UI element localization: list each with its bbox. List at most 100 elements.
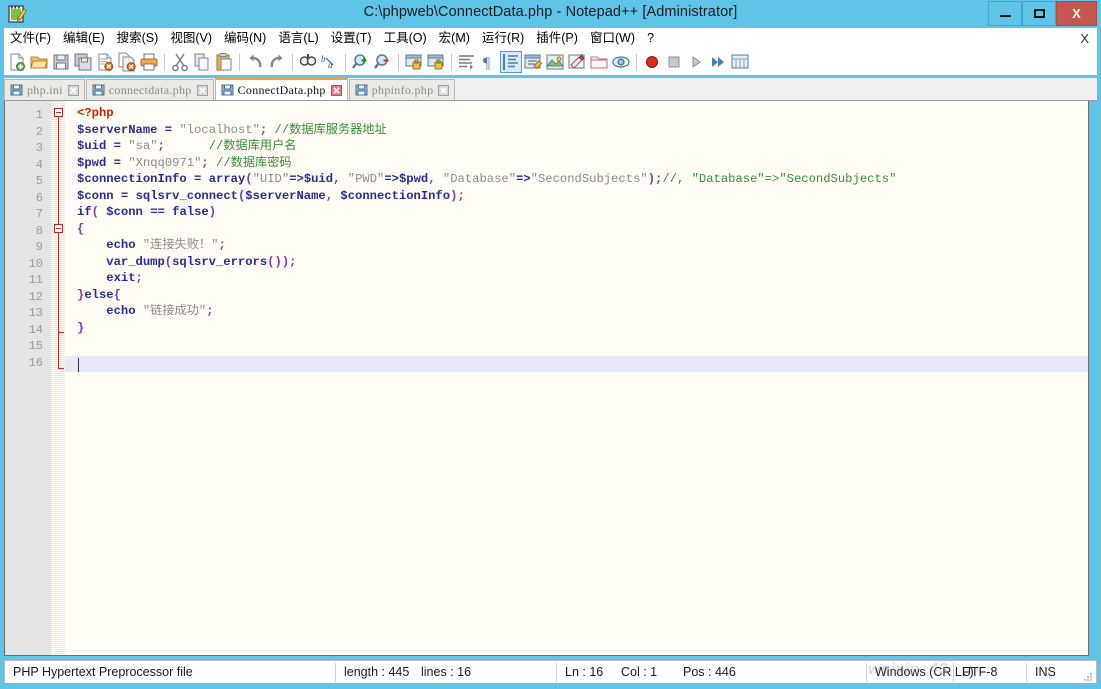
close-document-button[interactable]: X	[1080, 31, 1089, 46]
text-caret	[78, 358, 79, 372]
zoom-out-icon[interactable]	[373, 52, 393, 72]
tab-phpinfo-php[interactable]: phpinfo.php	[349, 79, 456, 100]
tab-php-ini[interactable]: php.ini	[4, 79, 85, 100]
window-title: C:\phpweb\ConnectData.php - Notepad++ [A…	[0, 4, 1101, 20]
fold-marker-line-8[interactable]	[54, 224, 63, 233]
menu-help[interactable]: ?	[641, 29, 660, 48]
menu-bar: 文件(F) 编辑(E) 搜索(S) 视图(V) 编码(N) 语言(L) 设置(T…	[4, 28, 1097, 49]
close-tab-icon[interactable]	[331, 85, 342, 96]
close-all-icon[interactable]	[117, 52, 137, 72]
close-tab-icon[interactable]	[197, 85, 208, 96]
tab-bar: php.ini connectdata.php	[4, 78, 1097, 101]
menu-edit[interactable]: 编辑(E)	[57, 29, 111, 48]
status-insert-mode[interactable]: INS	[1027, 662, 1077, 683]
title-bar[interactable]: C:\phpweb\ConnectData.php - Notepad++ [A…	[0, 0, 1101, 28]
menu-search[interactable]: 搜索(S)	[111, 29, 165, 48]
paste-icon[interactable]	[214, 52, 234, 72]
code-editor[interactable]: 1 2 3 4 5 6 7 8 9 10 11 12 13 14 15 16	[4, 101, 1089, 656]
save-all-icon[interactable]	[73, 52, 93, 72]
saved-file-icon	[10, 84, 23, 96]
resize-grip[interactable]	[1083, 671, 1093, 681]
menu-language[interactable]: 语言(L)	[272, 29, 324, 48]
user-defined-language-icon[interactable]	[523, 52, 543, 72]
fold-marker-line-1[interactable]	[54, 108, 63, 117]
code-line-4: $pwd = "Xnqq0971"; //数据库密码	[77, 155, 292, 172]
menu-tools[interactable]: 工具(O)	[378, 29, 433, 48]
open-file-icon[interactable]	[29, 52, 49, 72]
cut-icon[interactable]	[170, 52, 190, 72]
folder-as-workspace-icon[interactable]	[589, 52, 609, 72]
menu-settings[interactable]: 设置(T)	[325, 29, 378, 48]
fold-line	[58, 332, 59, 369]
maximize-icon	[1034, 9, 1045, 18]
save-macro-icon[interactable]	[730, 52, 750, 72]
menu-plugins[interactable]: 插件(P)	[530, 29, 584, 48]
replace-icon[interactable]: b a	[320, 52, 340, 72]
tab-label: phpinfo.php	[372, 83, 434, 98]
menu-file[interactable]: 文件(F)	[4, 29, 57, 48]
toolbar-separator	[292, 54, 293, 71]
saved-file-icon	[92, 84, 105, 96]
close-window-button[interactable]: X	[1056, 1, 1097, 26]
document-map-icon[interactable]	[545, 52, 565, 72]
code-line-5: $connectionInfo = array("UID"=>$uid, "PW…	[77, 171, 896, 188]
toolbar-separator	[164, 54, 165, 71]
indent-guide-icon[interactable]	[501, 52, 521, 72]
close-file-icon[interactable]	[95, 52, 115, 72]
tab-label: connectdata.php	[109, 83, 192, 98]
fold-margin[interactable]	[51, 101, 65, 655]
show-all-characters-icon[interactable]: ¶	[479, 52, 499, 72]
save-icon[interactable]	[51, 52, 71, 72]
line-number: 6	[5, 190, 43, 207]
toolbar: b a	[4, 49, 1097, 75]
toolbar-separator	[451, 54, 452, 71]
minimize-icon	[1000, 15, 1011, 17]
menu-encoding[interactable]: 编码(N)	[218, 29, 272, 48]
line-number: 4	[5, 157, 43, 174]
window-bottom-border	[0, 683, 1101, 689]
code-line-10: var_dump(sqlsrv_errors());	[77, 254, 296, 271]
print-icon[interactable]	[139, 52, 159, 72]
undo-icon[interactable]	[245, 52, 265, 72]
copy-icon[interactable]	[192, 52, 212, 72]
new-file-icon[interactable]	[7, 52, 27, 72]
tab-connectdata-php-lower[interactable]: connectdata.php	[86, 79, 214, 100]
find-icon[interactable]	[298, 52, 318, 72]
play-macro-icon[interactable]	[686, 52, 706, 72]
sync-horizontal-scroll-icon[interactable]	[426, 52, 446, 72]
maximize-button[interactable]	[1022, 1, 1056, 26]
menu-macro[interactable]: 宏(M)	[433, 29, 476, 48]
redo-icon[interactable]	[267, 52, 287, 72]
run-macro-multiple-icon[interactable]	[708, 52, 728, 72]
function-list-icon[interactable]	[567, 52, 587, 72]
record-macro-icon[interactable]	[642, 52, 662, 72]
line-number-gutter: 1 2 3 4 5 6 7 8 9 10 11 12 13 14 15 16	[5, 101, 51, 655]
menu-view[interactable]: 视图(V)	[164, 29, 218, 48]
code-line-6: $conn = sqlsrv_connect($serverName, $con…	[77, 188, 465, 205]
close-tab-icon[interactable]	[68, 85, 79, 96]
code-line-8: {	[77, 221, 84, 238]
status-eol-format[interactable]: Windows (CR LF)	[867, 662, 953, 683]
status-encoding[interactable]: UTF-8	[954, 662, 1026, 683]
menu-window[interactable]: 窗口(W)	[584, 29, 641, 48]
code-line-3: $uid = "sa"; //数据库用户名	[77, 138, 297, 155]
minimize-button[interactable]	[988, 1, 1022, 26]
toolbar-separator	[345, 54, 346, 71]
menu-run[interactable]: 运行(R)	[476, 29, 530, 48]
code-text-area[interactable]: <?php $serverName = "localhost"; //数据库服务…	[65, 101, 1088, 655]
close-tab-icon[interactable]	[438, 85, 449, 96]
word-wrap-icon[interactable]	[457, 52, 477, 72]
toolbar-separator	[398, 54, 399, 71]
line-number: 12	[5, 289, 43, 306]
toolbar-separator	[636, 54, 637, 71]
zoom-in-icon[interactable]	[351, 52, 371, 72]
stop-recording-icon[interactable]	[664, 52, 684, 72]
sync-vertical-scroll-icon[interactable]	[404, 52, 424, 72]
code-line-9: echo "连接失败！";	[77, 237, 226, 254]
status-lines: lines : 16	[413, 662, 556, 683]
tab-label: php.ini	[27, 83, 63, 98]
fold-line	[58, 117, 59, 225]
line-number: 14	[5, 322, 43, 339]
tab-connectdata-php-active[interactable]: ConnectData.php	[215, 77, 348, 100]
monitoring-icon[interactable]	[611, 52, 631, 72]
